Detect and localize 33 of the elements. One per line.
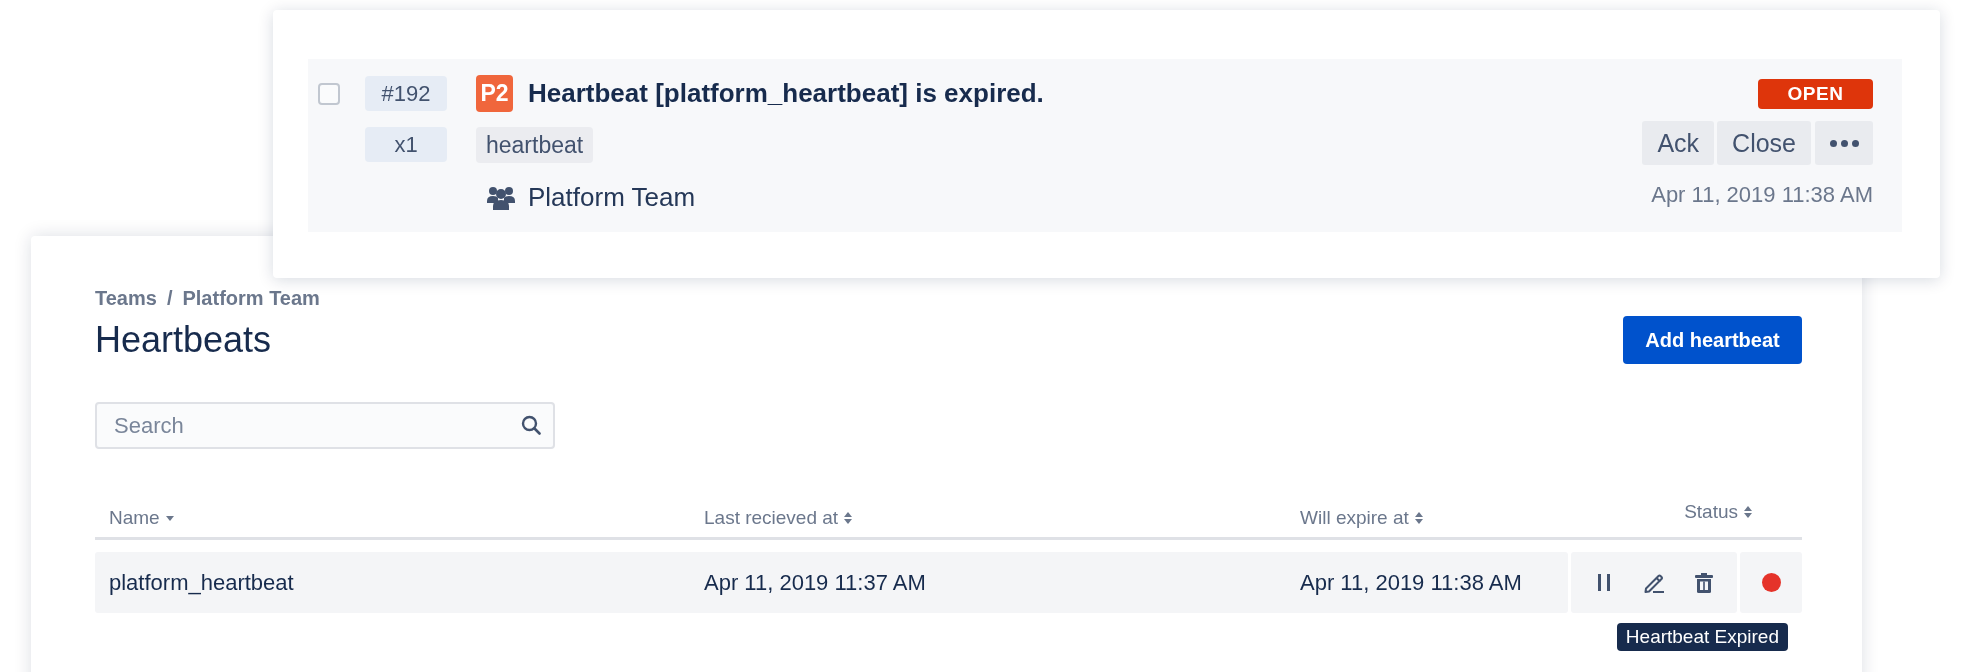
alert-time: Apr 11, 2019 11:38 AM (1651, 182, 1873, 208)
more-button[interactable] (1815, 121, 1873, 165)
tooltip: Heartbeat Expired (1616, 623, 1788, 651)
status-badge: OPEN (1758, 79, 1873, 109)
pause-icon (1597, 574, 1611, 591)
action-button[interactable]: Close (1717, 121, 1811, 165)
team-icon (487, 184, 515, 210)
breadcrumb-link[interactable]: Platform Team (182, 286, 320, 310)
action-button[interactable]: Ack (1642, 121, 1715, 165)
table-cell: platform_heartbeat (109, 569, 294, 596)
column-header[interactable]: Name (109, 506, 174, 530)
breadcrumb-separator: / (166, 286, 173, 310)
column-header[interactable]: Status (1684, 500, 1752, 524)
breadcrumb-link[interactable]: Teams (95, 286, 157, 310)
search-field[interactable]: Search (95, 402, 555, 449)
pencil-icon (1643, 572, 1665, 593)
tag: heartbeat (476, 127, 594, 163)
alert-number-badge: #192 (365, 76, 447, 111)
column-header[interactable]: Last recieved at (704, 506, 853, 530)
alert-title[interactable]: Heartbeat [platform_heartbeat] is expired. (528, 78, 1044, 109)
count-badge: x1 (365, 127, 447, 162)
page-title: Heartbeats (95, 319, 272, 361)
table-cell: Apr 11, 2019 11:38 AM (1300, 569, 1522, 596)
more-icon (1829, 139, 1859, 147)
checkbox[interactable] (318, 83, 340, 105)
delete-button[interactable] (1692, 570, 1716, 595)
table-cell: Apr 11, 2019 11:37 AM (704, 569, 926, 596)
trash-icon (1695, 572, 1713, 593)
team-name: Platform Team (528, 182, 696, 212)
column-header[interactable]: Will expire at (1300, 506, 1423, 530)
add-heartbeat-button[interactable]: Add heartbeat (1623, 316, 1802, 364)
search-icon (521, 415, 541, 435)
priority-badge: P2 (476, 75, 513, 112)
